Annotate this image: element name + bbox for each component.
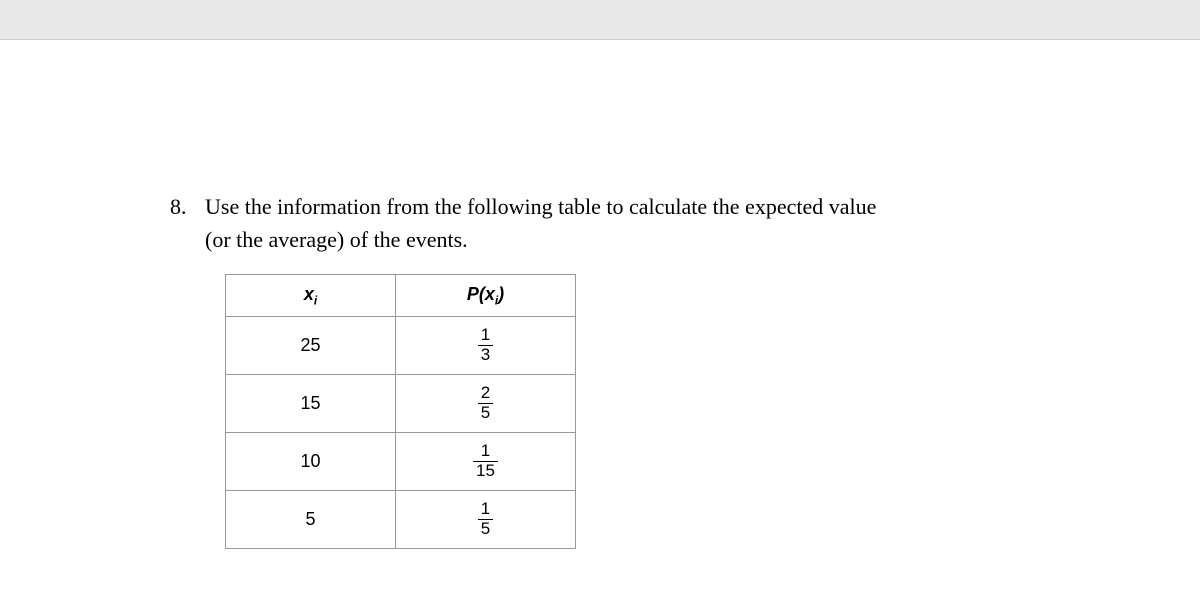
- header-x: xi: [226, 275, 396, 317]
- fraction: 1 5: [478, 500, 493, 538]
- fraction-num: 1: [473, 442, 498, 462]
- cell-p: 1 5: [396, 491, 576, 549]
- question-content: 8. Use the information from the followin…: [0, 40, 1200, 549]
- question-text: Use the information from the following t…: [205, 190, 1140, 256]
- table-row: 25 1 3: [226, 317, 576, 375]
- probability-table: xi P(xi) 25 1 3 15 2: [225, 274, 576, 549]
- fraction: 1 15: [473, 442, 498, 480]
- cell-p: 1 3: [396, 317, 576, 375]
- question-row: 8. Use the information from the followin…: [170, 190, 1140, 256]
- cell-x: 25: [226, 317, 396, 375]
- cell-x: 5: [226, 491, 396, 549]
- cell-x: 15: [226, 375, 396, 433]
- header-x-sub: i: [314, 293, 317, 307]
- header-p: P(xi): [396, 275, 576, 317]
- cell-x: 10: [226, 433, 396, 491]
- fraction-den: 5: [478, 404, 493, 423]
- cell-p: 1 15: [396, 433, 576, 491]
- table-row: 10 1 15: [226, 433, 576, 491]
- fraction-den: 3: [478, 346, 493, 365]
- table-header-row: xi P(xi): [226, 275, 576, 317]
- fraction-num: 1: [478, 500, 493, 520]
- fraction: 2 5: [478, 384, 493, 422]
- top-band: [0, 0, 1200, 40]
- fraction-den: 5: [478, 520, 493, 539]
- header-p-suffix: ): [498, 284, 504, 304]
- cell-p: 2 5: [396, 375, 576, 433]
- header-p-var: x: [485, 284, 495, 304]
- table-row: 5 1 5: [226, 491, 576, 549]
- fraction: 1 3: [478, 326, 493, 364]
- header-x-var: x: [304, 284, 314, 304]
- table-row: 15 2 5: [226, 375, 576, 433]
- header-p-prefix: P(: [467, 284, 485, 304]
- question-line1: Use the information from the following t…: [205, 194, 876, 219]
- fraction-num: 2: [478, 384, 493, 404]
- question-line2: (or the average) of the events.: [205, 227, 468, 252]
- question-number: 8.: [170, 190, 205, 256]
- fraction-den: 15: [473, 462, 498, 481]
- fraction-num: 1: [478, 326, 493, 346]
- probability-table-wrap: xi P(xi) 25 1 3 15 2: [225, 274, 1140, 549]
